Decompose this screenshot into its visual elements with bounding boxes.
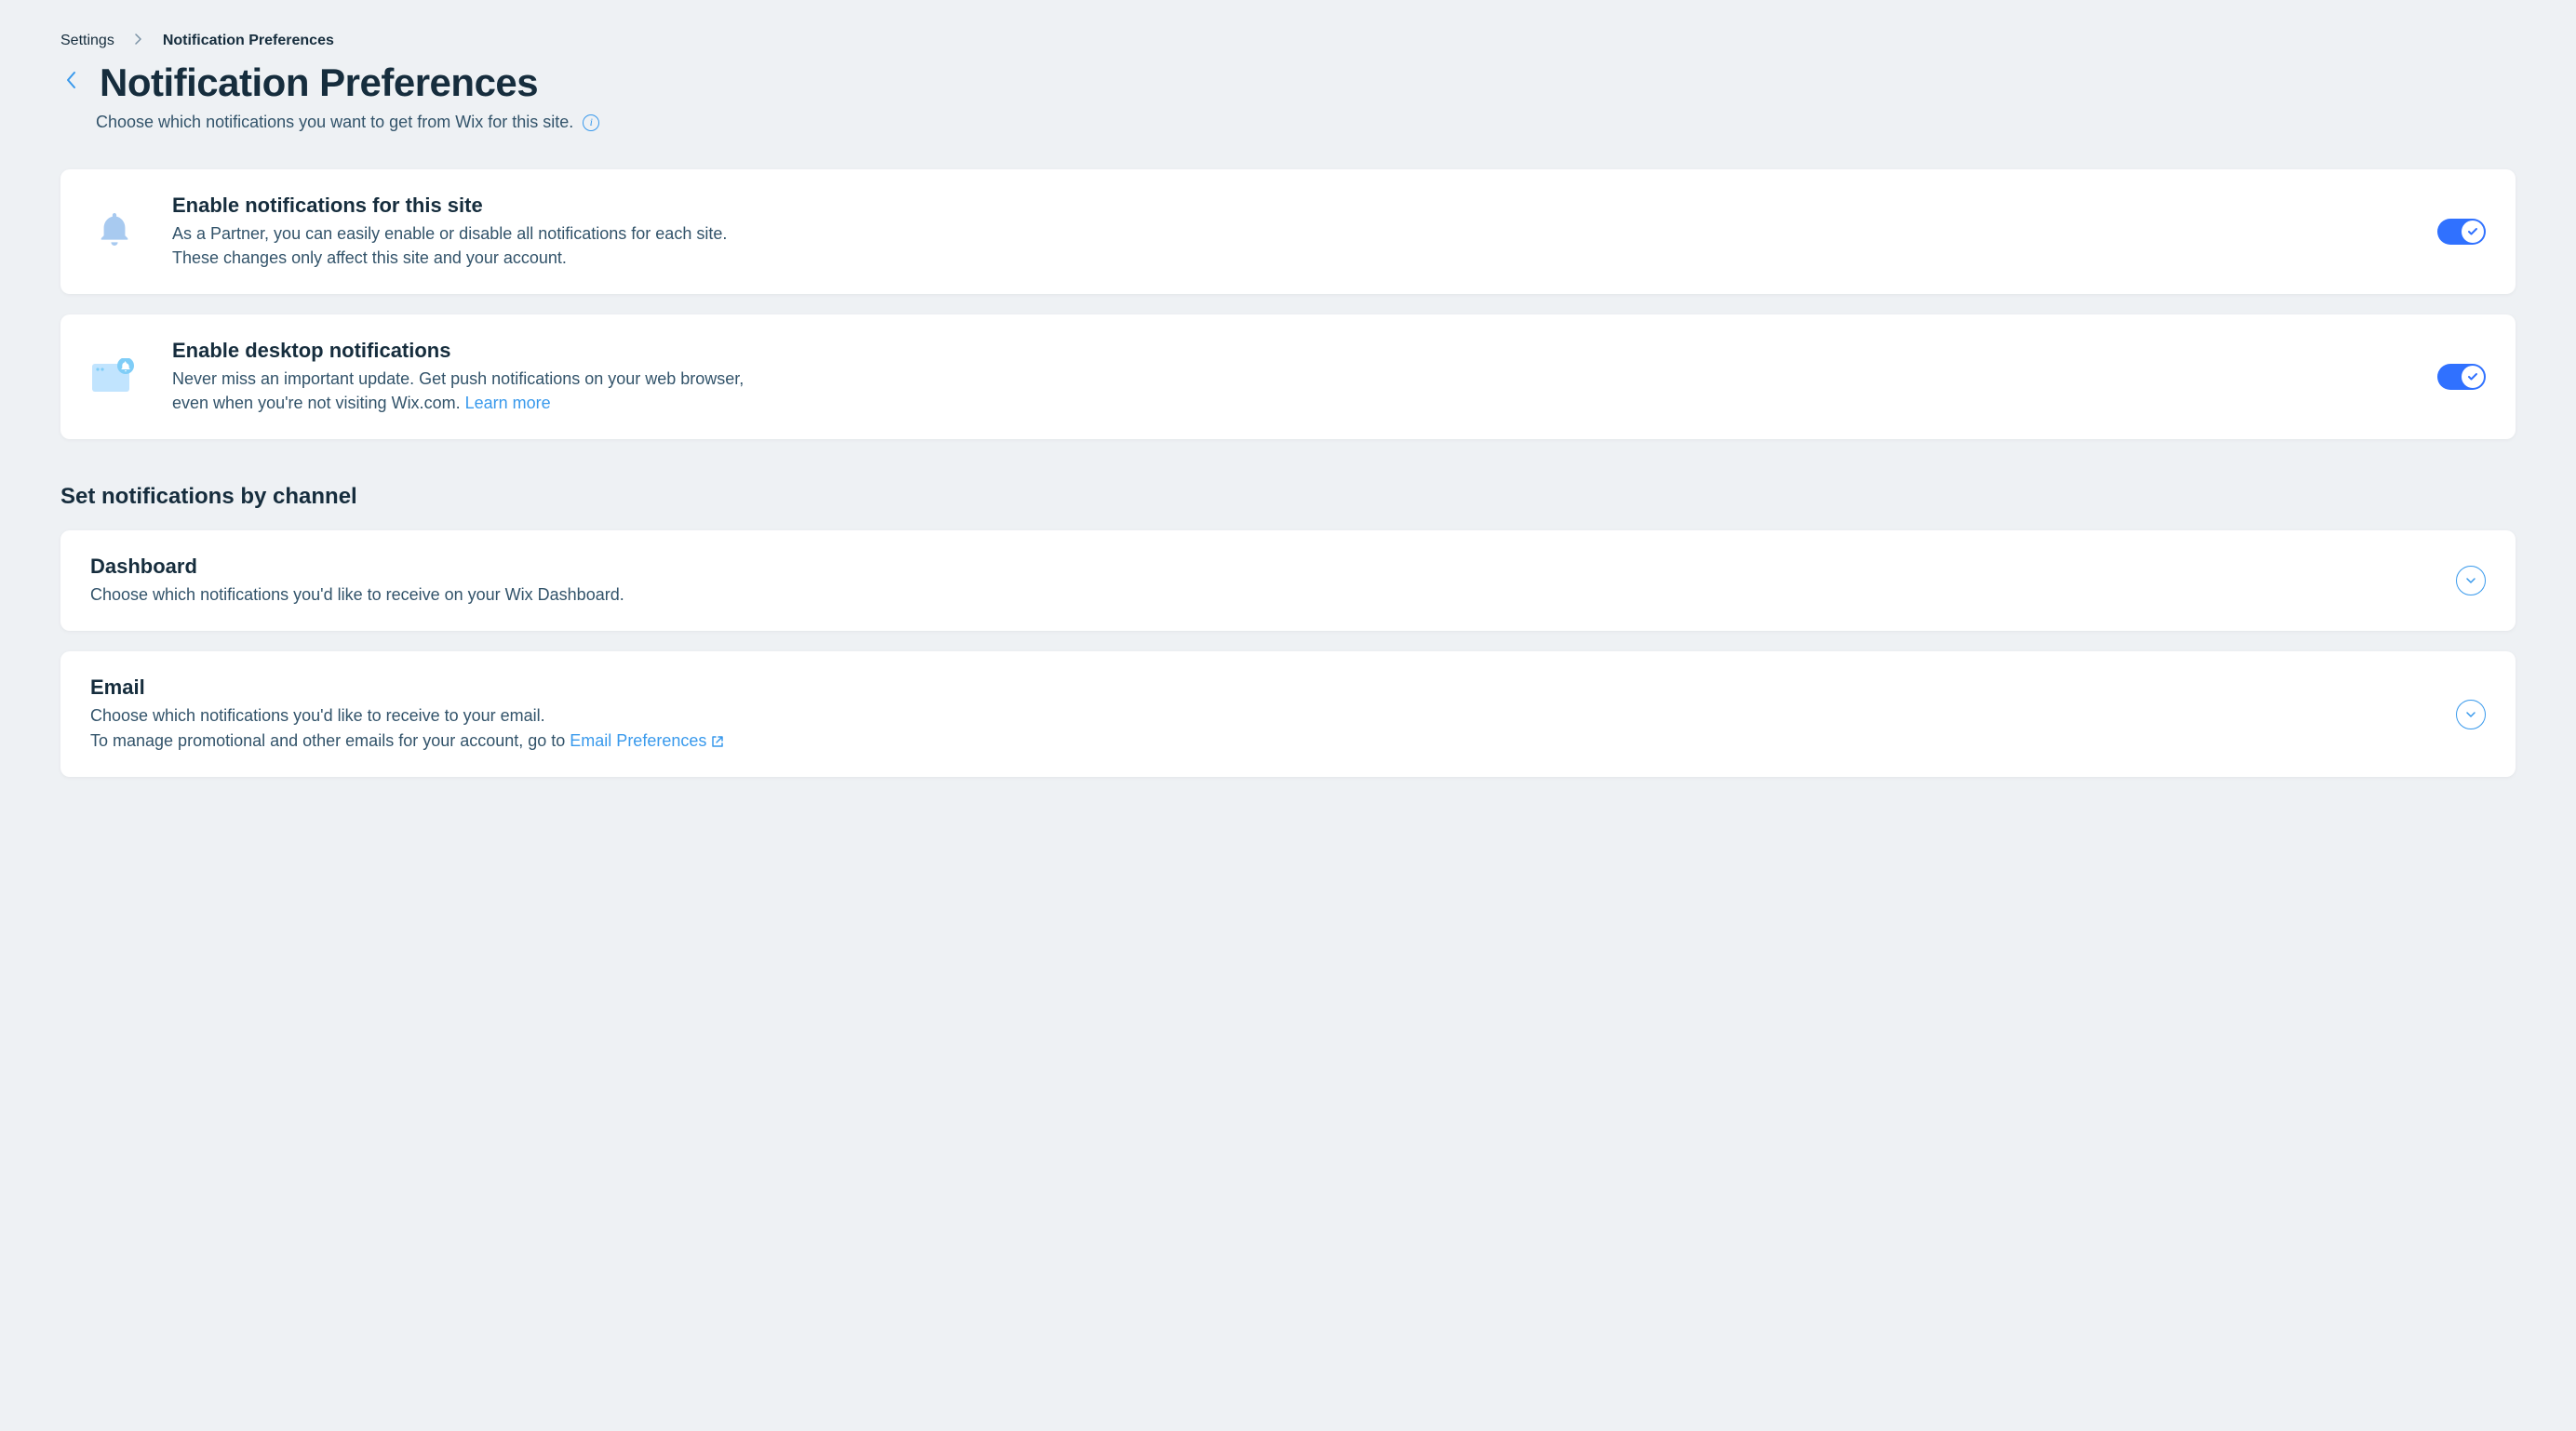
back-button[interactable]	[60, 65, 83, 100]
enable-site-desc-2: These changes only affect this site and …	[172, 246, 2404, 270]
expand-dashboard-button[interactable]	[2456, 566, 2486, 595]
channel-email-desc-2: To manage promotional and other emails f…	[90, 731, 570, 750]
enable-desktop-title: Enable desktop notifications	[172, 339, 2404, 363]
enable-site-title: Enable notifications for this site	[172, 194, 2404, 218]
browser-notification-icon	[90, 353, 139, 401]
breadcrumb-current: Notification Preferences	[163, 33, 334, 49]
enable-site-toggle[interactable]	[2437, 219, 2486, 245]
email-preferences-link[interactable]: Email Preferences	[570, 731, 725, 750]
channel-email-desc-1: Choose which notifications you'd like to…	[90, 703, 2422, 728]
enable-desktop-desc-1: Never miss an important update. Get push…	[172, 367, 2404, 391]
channel-dashboard[interactable]: Dashboard Choose which notifications you…	[60, 530, 2516, 631]
info-icon[interactable]: i	[583, 114, 599, 131]
learn-more-link[interactable]: Learn more	[465, 394, 551, 412]
enable-desktop-desc-2: even when you're not visiting Wix.com.	[172, 394, 465, 412]
expand-email-button[interactable]	[2456, 700, 2486, 729]
page-title: Notification Preferences	[100, 60, 538, 105]
enable-site-card: Enable notifications for this site As a …	[60, 169, 2516, 294]
channel-email[interactable]: Email Choose which notifications you'd l…	[60, 651, 2516, 776]
enable-desktop-card: Enable desktop notifications Never miss …	[60, 314, 2516, 439]
enable-desktop-toggle[interactable]	[2437, 364, 2486, 390]
channel-email-title: Email	[90, 675, 2422, 700]
enable-site-desc-1: As a Partner, you can easily enable or d…	[172, 221, 2404, 246]
page-subtitle: Choose which notifications you want to g…	[96, 113, 573, 132]
breadcrumb-settings[interactable]: Settings	[60, 33, 114, 49]
channel-dashboard-desc: Choose which notifications you'd like to…	[90, 582, 2422, 607]
breadcrumb: Settings Notification Preferences	[60, 33, 2516, 49]
section-heading: Set notifications by channel	[60, 484, 2516, 510]
external-link-icon	[710, 734, 725, 749]
channel-dashboard-title: Dashboard	[90, 555, 2422, 579]
bell-icon	[90, 207, 139, 256]
chevron-right-icon	[135, 33, 142, 49]
